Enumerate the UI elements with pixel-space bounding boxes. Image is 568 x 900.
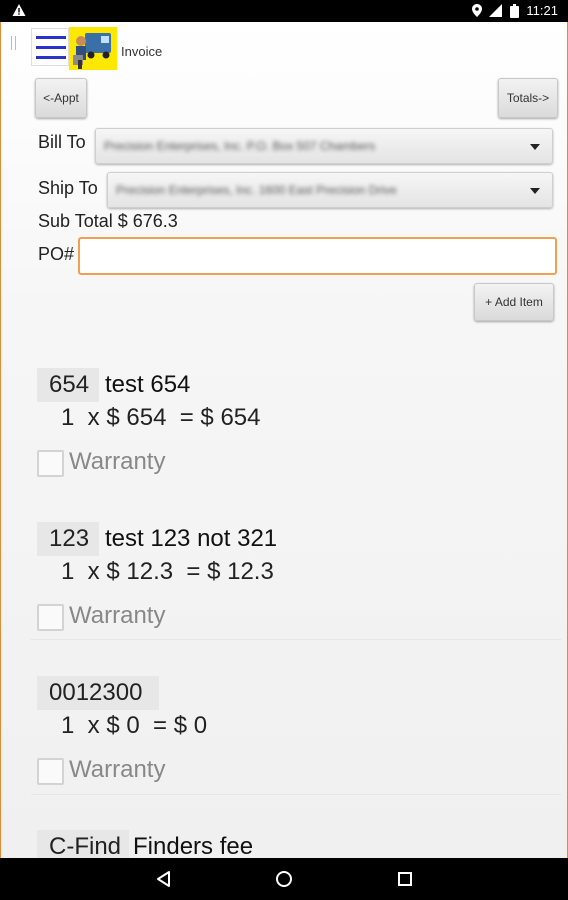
home-icon[interactable] (274, 869, 294, 889)
po-label: PO# (38, 244, 75, 264)
back-icon[interactable] (154, 869, 174, 889)
app-title: Invoice (121, 44, 163, 59)
bill-to-select[interactable]: Precision Enterprises, Inc. P.O. Box 507… (95, 128, 553, 164)
bill-to-value: Precision Enterprises, Inc. P.O. Box 507… (104, 139, 376, 153)
item-description: test 123 not 321 (105, 525, 278, 552)
divider (31, 639, 561, 640)
location-icon (472, 4, 483, 17)
battery-icon (510, 3, 520, 18)
add-item-button[interactable]: + Add Item (474, 283, 554, 321)
warning-icon (12, 4, 26, 16)
dropdown-arrow-icon (530, 144, 540, 150)
totals-button[interactable]: Totals-> (498, 78, 558, 118)
item-calculation: 1 x $ 0 = $ 0 (61, 712, 208, 739)
system-nav-bar (0, 858, 568, 900)
ship-to-select[interactable]: Precision Enterprises, Inc. 1600 East Pr… (107, 172, 553, 208)
ship-to-value: Precision Enterprises, Inc. 1600 East Pr… (116, 183, 397, 197)
drawer-grip[interactable] (11, 36, 16, 50)
recents-icon[interactable] (395, 869, 415, 889)
menu-button[interactable] (31, 28, 69, 66)
warranty-label[interactable]: Warranty (69, 448, 165, 476)
item-code[interactable]: 654 (37, 368, 99, 402)
warranty-checkbox[interactable] (37, 604, 64, 631)
subtotal: Sub Total $ 676.3 (38, 211, 178, 231)
divider (31, 794, 561, 795)
dropdown-arrow-icon (530, 188, 540, 194)
invoice-screen: Invoice <-Appt Totals-> Bill To Precisio… (0, 22, 568, 858)
bill-to-label: Bill To (38, 132, 86, 152)
item-code[interactable]: 0012300 (37, 676, 159, 710)
warranty-checkbox[interactable] (37, 450, 64, 477)
warranty-label[interactable]: Warranty (69, 602, 165, 630)
hamburger-icon (36, 36, 66, 39)
item-calculation: 1 x $ 654 = $ 654 (61, 404, 261, 431)
warranty-label[interactable]: Warranty (69, 756, 165, 784)
status-time: 11:21 (526, 3, 558, 18)
signal-icon (489, 4, 503, 17)
back-to-appt-button[interactable]: <-Appt (35, 78, 87, 118)
item-description: test 654 (105, 371, 191, 398)
status-bar: 11:21 (0, 0, 568, 22)
technician-truck-icon (73, 33, 111, 69)
app-logo (69, 27, 117, 70)
item-description: Finders fee (133, 833, 254, 858)
po-input[interactable] (78, 237, 557, 275)
item-code[interactable]: 123 (37, 522, 99, 556)
item-code[interactable]: C-Find (37, 830, 129, 858)
ship-to-label: Ship To (38, 178, 98, 198)
warranty-checkbox[interactable] (37, 758, 64, 785)
item-calculation: 1 x $ 12.3 = $ 12.3 (61, 558, 274, 585)
